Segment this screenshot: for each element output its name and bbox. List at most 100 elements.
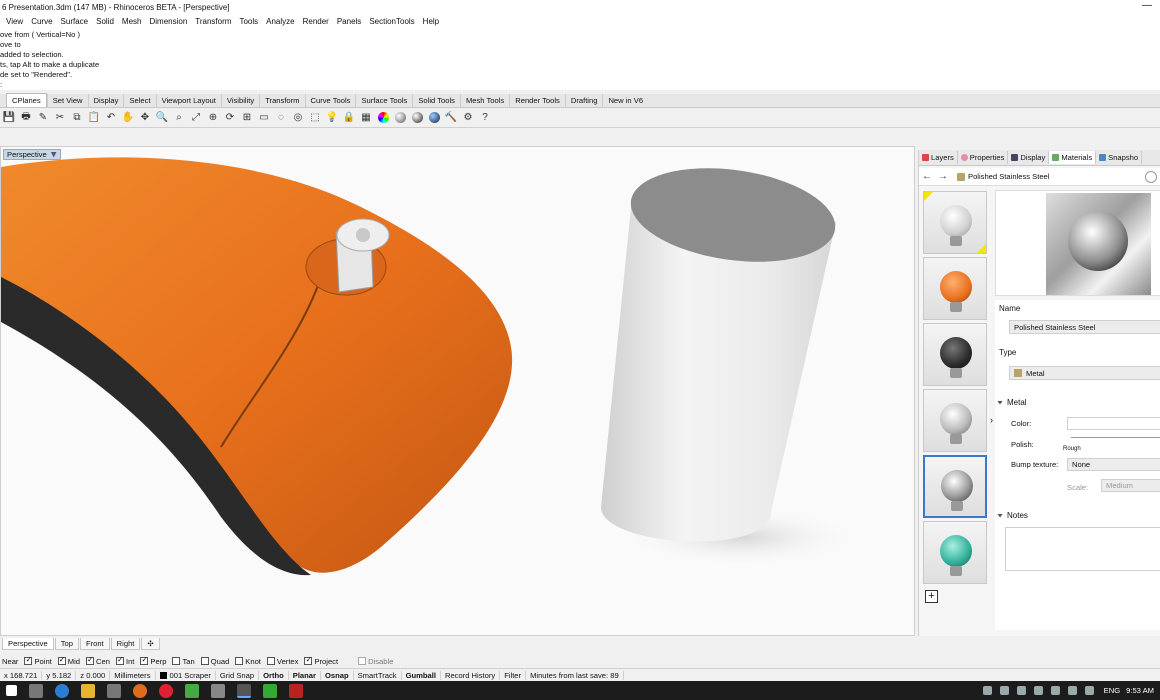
grid-snap-toggle[interactable]: Grid Snap — [216, 670, 260, 680]
perspective-viewport[interactable]: Perspective — [0, 146, 915, 636]
panel-tab-layers[interactable]: Layers — [919, 151, 958, 164]
four-viewports-icon[interactable]: ⊞ — [240, 111, 254, 125]
filter-toggle[interactable]: Filter — [500, 670, 527, 680]
print-icon[interactable]: 🖶 — [19, 111, 33, 125]
checkbox[interactable] — [200, 657, 209, 665]
app-icon[interactable] — [185, 683, 199, 698]
menu-transform[interactable]: Transform — [195, 17, 231, 26]
copy-icon[interactable]: ⧉ — [70, 111, 84, 125]
forward-button[interactable]: → — [935, 171, 951, 182]
options-icon[interactable]: ⚙ — [461, 111, 475, 125]
checkbox[interactable] — [235, 657, 244, 665]
type-select[interactable]: Metal — [1009, 366, 1160, 380]
osnap-icon[interactable]: ◎ — [291, 111, 305, 125]
collapse-arrow-icon[interactable]: › — [990, 415, 993, 425]
osnap-tan[interactable]: Tan — [172, 657, 195, 666]
record-history-toggle[interactable]: Record History — [441, 670, 501, 680]
minimize-button[interactable]: — — [1142, 0, 1152, 12]
cplane-icon[interactable]: ▭ — [257, 111, 271, 125]
menu-surface[interactable]: Surface — [61, 17, 89, 26]
file-explorer-icon[interactable] — [81, 683, 95, 698]
menu-panels[interactable]: Panels — [337, 17, 361, 26]
menu-help[interactable]: Help — [423, 17, 439, 26]
zoom-selected-icon[interactable]: ⊕ — [206, 111, 220, 125]
osnap-disable[interactable]: Disable — [358, 657, 393, 666]
menu-analyze[interactable]: Analyze — [266, 17, 294, 26]
osnap-project[interactable]: Project — [304, 655, 338, 666]
menu-dimension[interactable]: Dimension — [149, 17, 187, 26]
paste-icon[interactable]: 📋 — [87, 111, 101, 125]
menu-curve[interactable]: Curve — [31, 17, 52, 26]
ortho-toggle[interactable]: Ortho — [259, 670, 289, 680]
tab-select[interactable]: Select — [123, 94, 155, 107]
tab-viewport-layout[interactable]: Viewport Layout — [155, 94, 221, 107]
zoom-extents-icon[interactable]: ⤢ — [189, 111, 203, 125]
osnap-vertex[interactable]: Vertex — [266, 657, 298, 666]
viewport-title[interactable]: Perspective — [3, 149, 61, 160]
color-swatch[interactable] — [1067, 417, 1160, 430]
checkbox[interactable] — [115, 655, 124, 665]
grasshopper-icon[interactable] — [263, 683, 277, 698]
checkbox[interactable] — [24, 655, 33, 665]
panel-tab-properties[interactable]: Properties — [958, 151, 1009, 164]
osnap-knot[interactable]: Knot — [235, 657, 261, 666]
layer-icon[interactable]: ▦ — [359, 111, 373, 125]
chevron-down-icon[interactable] — [50, 151, 57, 158]
current-layer[interactable]: 001 Scraper — [156, 670, 216, 680]
store-icon[interactable] — [107, 683, 121, 698]
color-wheel-icon[interactable] — [376, 111, 390, 125]
smarttrack-toggle[interactable]: SmartTrack — [354, 670, 402, 680]
tray-icon[interactable] — [999, 686, 1009, 695]
firefox-icon[interactable] — [133, 683, 147, 698]
viewport-tab-top[interactable]: Top — [54, 638, 79, 650]
material-thumbnail[interactable] — [923, 323, 987, 386]
tab-render-tools[interactable]: Render Tools — [509, 94, 565, 107]
zoom-icon[interactable]: 🔍 — [155, 111, 169, 125]
tab-set-view[interactable]: Set View — [46, 94, 88, 107]
select-icon[interactable]: ⬚ — [308, 111, 322, 125]
bump-texture-field[interactable]: None — [1067, 458, 1160, 471]
material-thumbnail[interactable] — [923, 521, 987, 584]
rhino-icon[interactable] — [237, 683, 251, 698]
menu-tools[interactable]: Tools — [239, 17, 258, 26]
search-icon[interactable] — [1145, 171, 1157, 183]
osnap-quad[interactable]: Quad — [200, 657, 229, 666]
volume-icon[interactable] — [1084, 686, 1094, 695]
lock-icon[interactable]: 🔒 — [342, 111, 356, 125]
chrome-icon[interactable] — [159, 683, 173, 698]
material-thumbnail[interactable] — [923, 389, 987, 452]
checkbox[interactable] — [304, 655, 313, 665]
tab-display[interactable]: Display — [87, 94, 124, 107]
show-objects-icon[interactable]: ◌ — [274, 111, 288, 125]
clock[interactable]: 9:53 AM — [1126, 686, 1154, 695]
tray-icon[interactable] — [1016, 686, 1026, 695]
tray-icon[interactable] — [1050, 686, 1060, 695]
tab-surface-tools[interactable]: Surface Tools — [355, 94, 412, 107]
checkbox[interactable] — [172, 657, 181, 665]
notes-section-header[interactable]: Notes — [997, 511, 1028, 520]
rendered-icon[interactable] — [410, 111, 424, 125]
viewport-tab-front[interactable]: Front — [79, 638, 110, 650]
tab-curve-tools[interactable]: Curve Tools — [304, 94, 356, 107]
menu-render[interactable]: Render — [303, 17, 329, 26]
photos-icon[interactable] — [211, 683, 225, 698]
add-material-button[interactable]: + — [925, 590, 938, 603]
properties-icon[interactable]: ✎ — [36, 111, 50, 125]
pan-icon[interactable]: ✋ — [121, 111, 135, 125]
menu-solid[interactable]: Solid — [96, 17, 114, 26]
rotate-view-icon[interactable]: ⟳ — [223, 111, 237, 125]
add-viewport-tab-icon[interactable]: ✣ — [141, 638, 160, 650]
viewport-tab-perspective[interactable]: Perspective — [2, 638, 54, 650]
menu-mesh[interactable]: Mesh — [122, 17, 142, 26]
planar-toggle[interactable]: Planar — [289, 670, 321, 680]
material-icon[interactable] — [427, 111, 441, 125]
checkbox[interactable] — [86, 655, 95, 665]
undo-icon[interactable]: ↶ — [104, 111, 118, 125]
menu-sectiontools[interactable]: SectionTools — [369, 17, 414, 26]
osnap-mid[interactable]: Mid — [57, 655, 80, 666]
save-icon[interactable]: 💾 — [2, 111, 16, 125]
cut-icon[interactable]: ✂ — [53, 111, 67, 125]
tab-new-in-v6[interactable]: New in V6 — [602, 94, 648, 107]
tray-icon[interactable] — [1033, 686, 1043, 695]
checkbox[interactable] — [266, 657, 275, 665]
